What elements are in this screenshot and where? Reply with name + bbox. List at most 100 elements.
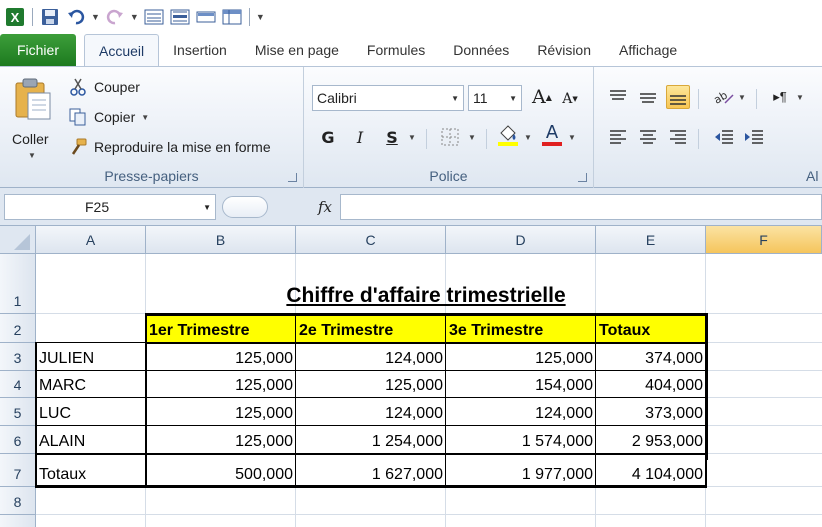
shrink-font-icon[interactable]: A ▼ (558, 87, 582, 111)
value-cell[interactable]: 125,000 (446, 343, 596, 371)
copy-button[interactable]: Copier ▼ (68, 107, 149, 127)
value-cell[interactable]: 124,000 (296, 398, 446, 426)
value-cell[interactable]: 1 254,000 (296, 426, 446, 454)
undo-dropdown-icon[interactable]: ▼ (91, 12, 100, 22)
column-header-e[interactable]: E (596, 226, 706, 254)
split-icon[interactable] (169, 6, 191, 28)
form-icon[interactable] (143, 6, 165, 28)
orientation-icon[interactable]: ab (712, 85, 736, 109)
font-name-combo[interactable]: Calibri ▼ (312, 85, 464, 111)
tab-data[interactable]: Données (439, 34, 523, 66)
name-cell[interactable]: JULIEN (36, 343, 146, 371)
paste-button[interactable]: Coller ▼ (6, 73, 56, 160)
align-middle-icon[interactable] (636, 85, 660, 109)
save-icon[interactable] (39, 6, 61, 28)
select-all-corner[interactable] (0, 226, 36, 254)
row-header-1[interactable]: 1 (0, 254, 36, 314)
insert-function-icon[interactable]: fx (222, 194, 338, 220)
font-color-button[interactable]: A (540, 123, 564, 147)
value-cell[interactable]: 125,000 (146, 343, 296, 371)
underline-button[interactable]: S (380, 125, 404, 149)
value-cell[interactable]: 125,000 (146, 426, 296, 454)
total-cell[interactable]: 1 977,000 (446, 454, 596, 487)
bold-button[interactable]: G (316, 125, 340, 149)
value-cell[interactable]: 124,000 (446, 398, 596, 426)
name-cell[interactable]: MARC (36, 371, 146, 398)
column-header-f[interactable]: F (706, 226, 822, 254)
name-box-dropdown-icon[interactable]: ▼ (203, 203, 211, 212)
total-cell[interactable]: 500,000 (146, 454, 296, 487)
font-name-dropdown-icon[interactable]: ▼ (451, 94, 459, 103)
row-header-8[interactable]: 8 (0, 487, 36, 515)
borders-icon[interactable] (438, 125, 462, 149)
value-cell[interactable]: 125,000 (146, 371, 296, 398)
underline-dropdown-icon[interactable]: ▼ (408, 133, 416, 142)
align-right-icon[interactable] (666, 125, 690, 149)
customize-qat-icon[interactable]: ▼ (256, 12, 265, 22)
align-center-icon[interactable] (636, 125, 660, 149)
copy-dropdown-icon[interactable]: ▼ (141, 113, 149, 122)
decrease-indent-icon[interactable] (712, 125, 736, 149)
column-header-b[interactable]: B (146, 226, 296, 254)
header-cell-q2[interactable]: 2e Trimestre (296, 314, 446, 343)
row-header-4[interactable]: 4 (0, 371, 36, 398)
tab-view[interactable]: Affichage (605, 34, 691, 66)
column-header-d[interactable]: D (446, 226, 596, 254)
row-header-7[interactable]: 7 (0, 454, 36, 487)
total-cell[interactable]: 2 953,000 (596, 426, 706, 454)
row-header-5[interactable]: 5 (0, 398, 36, 426)
grand-total-cell[interactable]: 4 104,000 (596, 454, 706, 487)
tab-page-layout[interactable]: Mise en page (241, 34, 353, 66)
value-cell[interactable]: 125,000 (296, 371, 446, 398)
row-header-3[interactable]: 3 (0, 343, 36, 371)
cut-button[interactable]: Couper (68, 77, 140, 97)
font-launcher-icon[interactable] (578, 173, 587, 182)
undo-icon[interactable] (65, 6, 87, 28)
tab-file[interactable]: Fichier (0, 34, 76, 66)
worksheet-grid[interactable]: A B C D E F 1 2 3 4 5 6 7 8 Chiffre d'af… (0, 226, 822, 527)
header-cell-totals[interactable]: Totaux (596, 314, 706, 343)
tab-insert[interactable]: Insertion (159, 34, 241, 66)
align-left-icon[interactable] (606, 125, 630, 149)
column-header-c[interactable]: C (296, 226, 446, 254)
header-cell-q1[interactable]: 1er Trimestre (146, 314, 296, 343)
value-cell[interactable]: 124,000 (296, 343, 446, 371)
orientation-dropdown-icon[interactable]: ▼ (738, 93, 746, 102)
table-icon[interactable] (221, 6, 243, 28)
value-cell[interactable]: 1 574,000 (446, 426, 596, 454)
column-header-a[interactable]: A (36, 226, 146, 254)
value-cell[interactable]: 125,000 (146, 398, 296, 426)
borders-dropdown-icon[interactable]: ▼ (468, 133, 476, 142)
header-cell-q3[interactable]: 3e Trimestre (446, 314, 596, 343)
total-cell[interactable]: 373,000 (596, 398, 706, 426)
fill-color-dropdown-icon[interactable]: ▼ (524, 133, 532, 142)
field-icon[interactable] (195, 6, 217, 28)
increase-indent-icon[interactable] (742, 125, 766, 149)
font-size-dropdown-icon[interactable]: ▼ (509, 94, 517, 103)
name-cell[interactable]: LUC (36, 398, 146, 426)
text-direction-dropdown-icon[interactable]: ▼ (796, 93, 804, 102)
align-top-icon[interactable] (606, 85, 630, 109)
italic-button[interactable]: I (348, 125, 372, 149)
totals-label-cell[interactable]: Totaux (36, 454, 146, 487)
text-direction-icon[interactable]: ▸¶ (768, 85, 792, 109)
excel-logo-icon[interactable]: X (4, 6, 26, 28)
total-cell[interactable]: 1 627,000 (296, 454, 446, 487)
row-header-9[interactable] (0, 515, 36, 527)
tab-formulas[interactable]: Formules (353, 34, 439, 66)
fill-color-icon[interactable] (496, 123, 520, 147)
tab-review[interactable]: Révision (523, 34, 605, 66)
format-painter-button[interactable]: Reproduire la mise en forme (68, 137, 271, 157)
clipboard-launcher-icon[interactable] (288, 173, 297, 182)
grow-font-icon[interactable]: A ▲ (530, 85, 554, 109)
font-size-combo[interactable]: 11 ▼ (468, 85, 522, 111)
font-color-dropdown-icon[interactable]: ▼ (568, 133, 576, 142)
total-cell[interactable]: 374,000 (596, 343, 706, 371)
row-header-2[interactable]: 2 (0, 314, 36, 343)
redo-icon[interactable] (104, 6, 126, 28)
name-cell[interactable]: ALAIN (36, 426, 146, 454)
total-cell[interactable]: 404,000 (596, 371, 706, 398)
row-header-6[interactable]: 6 (0, 426, 36, 454)
value-cell[interactable]: 154,000 (446, 371, 596, 398)
redo-dropdown-icon[interactable]: ▼ (130, 12, 139, 22)
